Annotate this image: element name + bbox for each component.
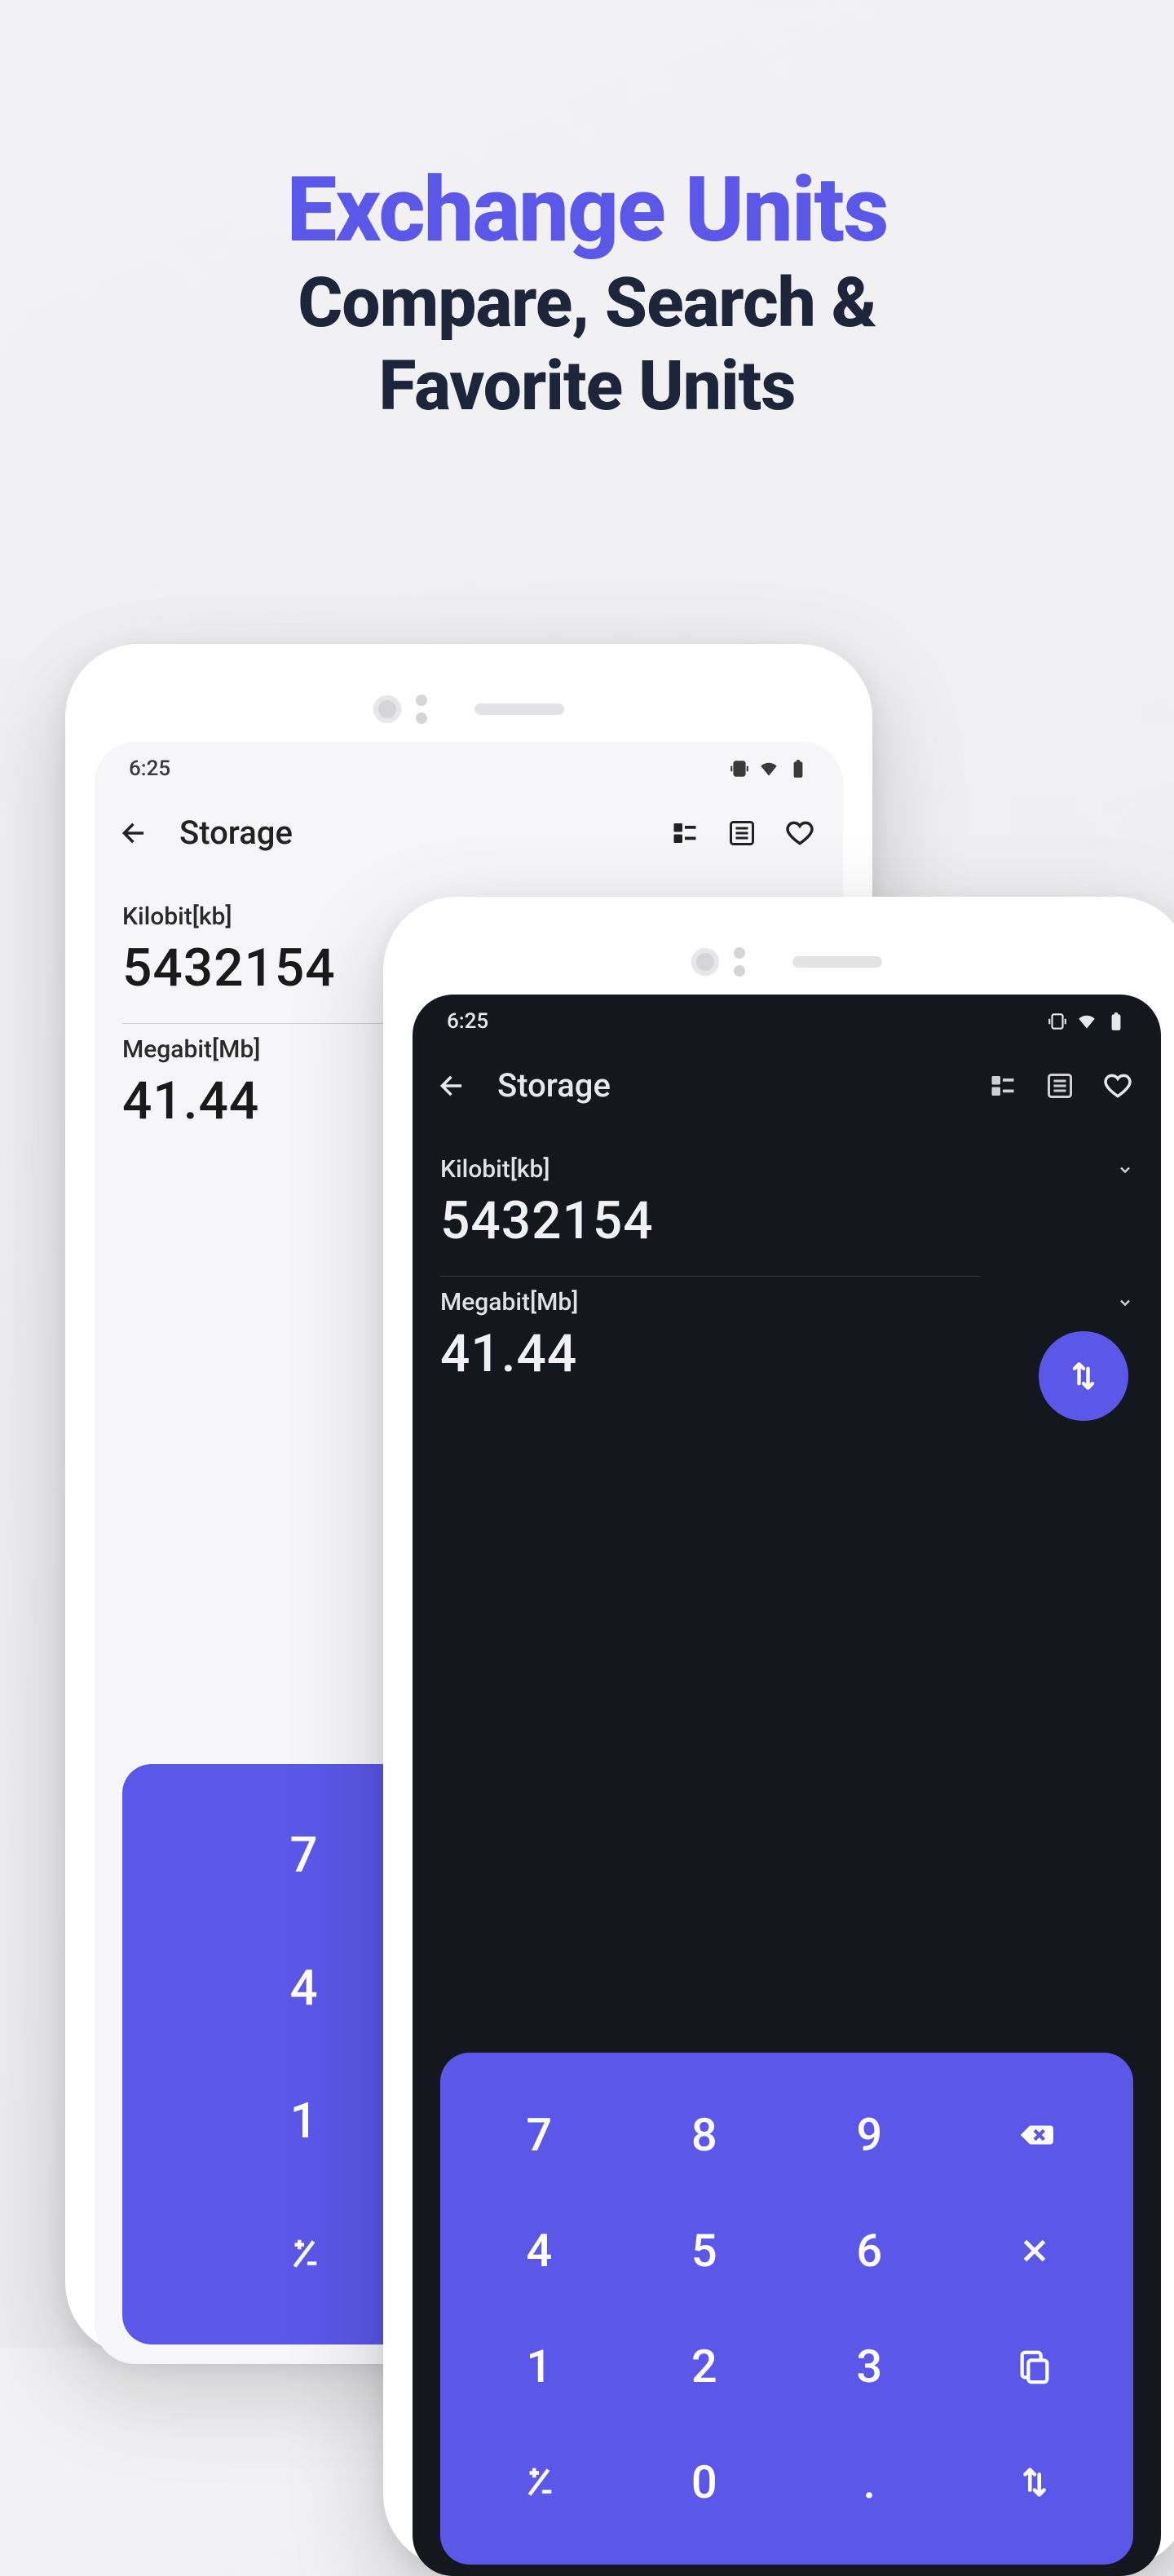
from-unit-label: Kilobit[kb]: [122, 902, 232, 931]
phone-sensors: [95, 685, 843, 734]
key-copy[interactable]: [952, 2309, 1118, 2424]
vibrate-icon: [729, 758, 750, 779]
favorite-button[interactable]: [1102, 1070, 1133, 1101]
from-unit-label: Kilobit[kb]: [440, 1155, 550, 1184]
to-unit-value: 41.44: [440, 1323, 1133, 1384]
key-clear[interactable]: [952, 2193, 1118, 2309]
list-icon: [1045, 1071, 1075, 1101]
key-4[interactable]: 4: [457, 2193, 622, 2309]
battery-icon: [1106, 1011, 1127, 1032]
plus-minus-icon: [285, 2235, 323, 2273]
to-unit-block[interactable]: Megabit[Mb] 41.44: [440, 1277, 1133, 1409]
status-icons: [1047, 1011, 1127, 1032]
to-unit-dropdown[interactable]: [1117, 1295, 1133, 1311]
battery-icon: [788, 758, 809, 779]
key-5[interactable]: 5: [622, 2193, 788, 2309]
status-time: 6:25: [447, 1009, 488, 1034]
key-0[interactable]: 0: [622, 2424, 788, 2540]
arrow-left-icon: [437, 1070, 468, 1101]
status-time: 6:25: [129, 756, 170, 781]
chevron-down-icon: [1117, 1162, 1133, 1178]
from-unit-dropdown[interactable]: [1117, 1162, 1133, 1178]
headline-title: Exchange Units: [0, 163, 1174, 258]
app-bar: Storage: [95, 791, 843, 868]
plus-minus-icon: [520, 2464, 558, 2501]
swap-units-button[interactable]: [1039, 1331, 1128, 1421]
key-plusminus[interactable]: [457, 2424, 622, 2540]
list-button[interactable]: [1045, 1071, 1075, 1101]
copy-icon: [1016, 2348, 1053, 2385]
screen-title: Storage: [497, 1066, 959, 1105]
headline-subtitle-line1: Compare, Search &: [0, 266, 1174, 341]
phone-frame-dark: 6:25 Storage: [383, 897, 1174, 2568]
key-dot[interactable]: .: [787, 2424, 952, 2540]
screen-title: Storage: [179, 814, 641, 852]
wifi-icon: [758, 758, 779, 779]
chevron-down-icon: [1117, 1295, 1133, 1311]
compare-button[interactable]: [670, 818, 700, 848]
phone-screen-dark: 6:25 Storage: [413, 995, 1161, 2576]
status-bar: 6:25: [413, 995, 1161, 1043]
key-3[interactable]: 3: [787, 2309, 952, 2424]
back-button[interactable]: [437, 1070, 468, 1101]
promo-headline: Exchange Units Compare, Search & Favorit…: [0, 0, 1174, 424]
key-8[interactable]: 8: [622, 2077, 788, 2193]
heart-icon: [784, 818, 815, 849]
key-6[interactable]: 6: [787, 2193, 952, 2309]
headline-subtitle-line2: Favorite Units: [0, 349, 1174, 424]
list-button[interactable]: [727, 818, 757, 848]
list-icon: [727, 818, 757, 848]
status-icons: [729, 758, 809, 779]
key-1[interactable]: 1: [457, 2309, 622, 2424]
key-9[interactable]: 9: [787, 2077, 952, 2193]
status-bar: 6:25: [95, 742, 843, 791]
grid-list-icon: [988, 1071, 1017, 1101]
key-backspace[interactable]: [952, 2077, 1118, 2193]
arrow-left-icon: [119, 818, 150, 849]
heart-icon: [1102, 1070, 1133, 1101]
key-swap[interactable]: [952, 2424, 1118, 2540]
key-2[interactable]: 2: [622, 2309, 788, 2424]
phone-sensors: [413, 937, 1161, 986]
from-unit-block[interactable]: Kilobit[kb] 5432154: [440, 1144, 1133, 1276]
back-button[interactable]: [119, 818, 150, 849]
conversion-content: Kilobit[kb] 5432154 Megabit[Mb] 41.44: [413, 1121, 1161, 1409]
close-icon: [1016, 2232, 1053, 2269]
to-unit-label: Megabit[Mb]: [440, 1288, 578, 1317]
vibrate-icon: [1047, 1011, 1068, 1032]
swap-vertical-icon: [1066, 1358, 1101, 1394]
numeric-keypad: 7 8 9 4 5 6 1 2 3: [440, 2053, 1133, 2565]
from-unit-value: 5432154: [440, 1190, 1133, 1251]
swap-vertical-icon: [1016, 2464, 1053, 2501]
app-bar: Storage: [413, 1043, 1161, 1121]
grid-list-icon: [670, 818, 700, 848]
compare-button[interactable]: [988, 1071, 1017, 1101]
key-7[interactable]: 7: [457, 2077, 622, 2193]
favorite-button[interactable]: [784, 818, 815, 849]
backspace-icon: [1016, 2116, 1053, 2154]
wifi-icon: [1076, 1011, 1097, 1032]
to-unit-label: Megabit[Mb]: [122, 1035, 260, 1064]
